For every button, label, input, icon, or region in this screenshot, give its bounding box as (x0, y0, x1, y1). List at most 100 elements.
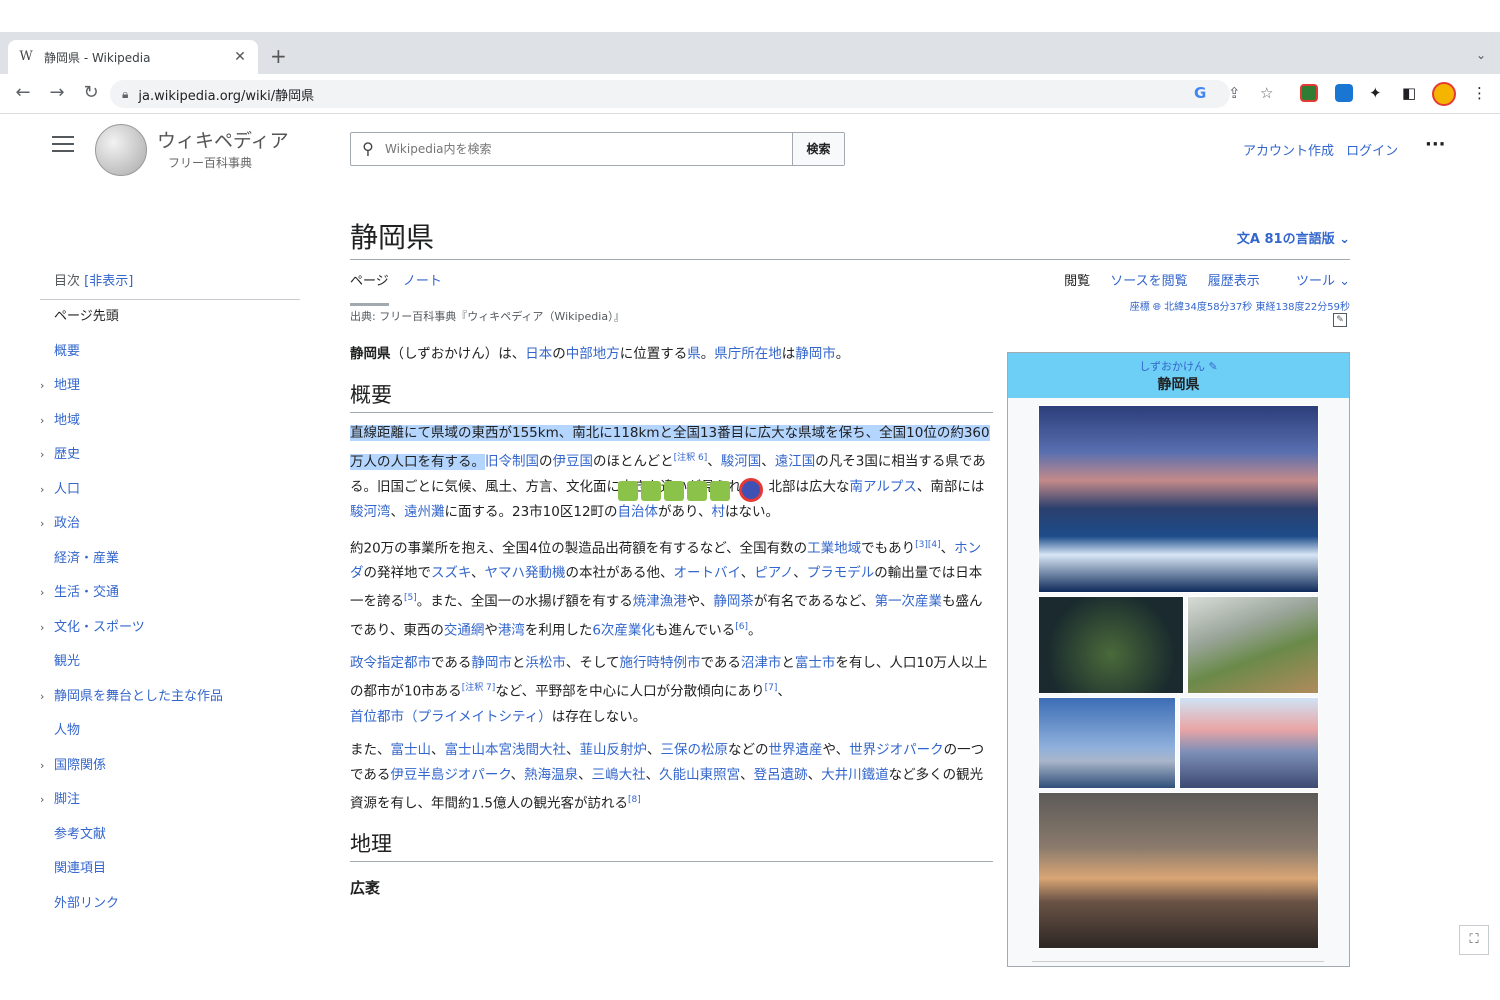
lock-icon[interactable]: 🔒︎ (122, 87, 128, 102)
tea-field-photo[interactable] (1187, 596, 1319, 694)
chevron-right-icon[interactable]: › (40, 507, 44, 542)
link[interactable]: 自治体 (618, 504, 659, 520)
back-icon[interactable]: ← (12, 82, 34, 103)
menu-dots-icon[interactable]: ⋮ (1472, 84, 1487, 102)
toc-item[interactable]: › 歴史 (40, 438, 300, 473)
link[interactable]: 富士市 (795, 655, 836, 671)
profile-avatar[interactable] (1432, 82, 1456, 106)
link[interactable]: 工業地域 (807, 540, 861, 556)
night-city-photo[interactable] (1038, 596, 1184, 694)
toc-item[interactable]: 概要 (40, 335, 300, 370)
toc-item[interactable]: › 人口 (40, 473, 300, 508)
link[interactable]: 駿河国 (721, 454, 762, 470)
tab-read[interactable]: 閲覧 (1064, 274, 1090, 289)
popup-action-3-icon[interactable] (664, 481, 684, 501)
tab-page[interactable]: ページ (350, 270, 389, 306)
link[interactable]: ヤマハ発動機 (484, 565, 565, 581)
link[interactable]: 三保の松原 (661, 742, 729, 758)
sunset-photo[interactable] (1038, 792, 1319, 949)
sidepanel-icon[interactable]: ◧ (1402, 84, 1416, 102)
toc-hide-toggle[interactable]: [非表示] (84, 274, 133, 289)
search-input[interactable] (385, 133, 792, 165)
link[interactable]: スズキ (431, 565, 471, 581)
coord-label[interactable]: 座標 (1130, 302, 1150, 313)
link[interactable]: 三嶋大社 (592, 767, 646, 783)
footnote[interactable]: [注釈 6] (674, 453, 708, 463)
link[interactable]: プラモデル (807, 565, 875, 581)
more-options-icon[interactable]: ··· (1425, 134, 1446, 155)
chevron-right-icon[interactable]: › (40, 749, 44, 784)
google-icon[interactable]: G (1194, 84, 1206, 102)
new-tab-icon[interactable]: + (270, 46, 287, 66)
link[interactable]: 浜松市 (525, 655, 566, 671)
link[interactable]: 静岡茶 (713, 594, 754, 610)
link[interactable]: 久能山東照宮 (659, 767, 740, 783)
edit-pencil-icon[interactable]: ✎ (1209, 360, 1218, 373)
footnote[interactable]: [8] (628, 795, 641, 805)
globe-icon[interactable]: 🌐︎ (1153, 302, 1161, 313)
link[interactable]: 大井川鐵道 (821, 767, 889, 783)
toc-item[interactable]: › 国際関係 (40, 749, 300, 784)
link[interactable]: 世界遺産 (769, 742, 823, 758)
link[interactable]: 政令指定都市 (350, 655, 431, 671)
chevron-right-icon[interactable]: › (40, 473, 44, 508)
reload-icon[interactable]: ↻ (80, 82, 102, 103)
link[interactable]: 富士山本宮浅間大社 (445, 742, 567, 758)
share-icon[interactable]: ⇪ (1228, 84, 1241, 102)
toc-item[interactable]: › 政治 (40, 507, 300, 542)
link[interactable]: 県庁所在地 (714, 346, 782, 362)
link[interactable]: 伊豆国 (553, 454, 594, 470)
bookmark-star-icon[interactable]: ☆ (1260, 84, 1273, 102)
toc-item[interactable]: › 文化・スポーツ (40, 611, 300, 646)
chevron-right-icon[interactable]: › (40, 404, 44, 439)
toc-item[interactable]: 人物 (40, 714, 300, 749)
chevron-right-icon[interactable]: › (40, 576, 44, 611)
link[interactable]: ピアノ (754, 565, 793, 581)
link[interactable]: 焼津漁港 (633, 594, 687, 610)
link[interactable]: 駿河湾 (350, 504, 391, 520)
chevron-right-icon[interactable]: › (40, 611, 44, 646)
link[interactable]: 富士山 (391, 742, 432, 758)
footnote[interactable]: [7] (765, 683, 778, 693)
coord-value[interactable]: 北緯34度58分37秒 東経138度22分59秒 (1164, 302, 1350, 313)
link[interactable]: 県 (687, 346, 701, 362)
toc-item[interactable]: › 地理 (40, 369, 300, 404)
create-account-link[interactable]: アカウント作成 (1243, 144, 1334, 159)
link[interactable]: 登呂遺跡 (754, 767, 808, 783)
link[interactable]: オートバイ (673, 565, 740, 581)
url-text[interactable]: ja.wikipedia.org/wiki/静岡県 (138, 85, 314, 104)
popup-action-5-icon[interactable] (710, 481, 730, 501)
footnote[interactable]: [注釈 7] (462, 683, 496, 693)
close-tab-icon[interactable]: ✕ (232, 49, 248, 65)
link[interactable]: 世界ジオパーク (849, 742, 944, 758)
toc-item[interactable]: › 生活・交通 (40, 576, 300, 611)
link[interactable]: 伊豆半島ジオパーク (390, 767, 510, 783)
link[interactable]: 村 (712, 504, 726, 520)
festival-photo[interactable] (1179, 697, 1319, 789)
logo-wordmark[interactable]: ウィキペディア (157, 126, 289, 153)
link[interactable]: 施行時特例市 (619, 655, 700, 671)
hamburger-icon[interactable] (52, 136, 74, 157)
footnote[interactable]: [6] (735, 622, 748, 632)
wikipedia-globe-logo[interactable] (95, 124, 147, 176)
login-link[interactable]: ログイン (1346, 144, 1398, 159)
footnote[interactable]: [5] (404, 593, 417, 603)
toc-item[interactable]: 参考文献 (40, 818, 300, 853)
link[interactable]: 遠州灘 (404, 504, 445, 520)
toc-item[interactable]: 関連項目 (40, 852, 300, 887)
link[interactable]: 旧令制国 (485, 454, 539, 470)
toc-item[interactable]: › 静岡県を舞台とした主な作品 (40, 680, 300, 715)
tools-menu[interactable]: ツール ⌄ (1280, 274, 1350, 289)
toc-item[interactable]: 観光 (40, 645, 300, 680)
toc-item[interactable]: 外部リンク (40, 887, 300, 922)
tab-talk[interactable]: ノート (403, 274, 442, 289)
popup-action-4-icon[interactable] (687, 481, 707, 501)
link[interactable]: 港湾 (498, 622, 525, 638)
tab-view-source[interactable]: ソースを閲覧 (1110, 274, 1187, 289)
chevron-right-icon[interactable]: › (40, 438, 44, 473)
chevron-right-icon[interactable]: › (40, 369, 44, 404)
address-bar[interactable]: 🔒︎ ja.wikipedia.org/wiki/静岡県 (110, 80, 1230, 108)
link[interactable]: 韮山反射炉 (580, 742, 648, 758)
link[interactable]: 熱海温泉 (524, 767, 578, 783)
link[interactable]: 首位都市（プライメイトシティ） (350, 709, 552, 725)
